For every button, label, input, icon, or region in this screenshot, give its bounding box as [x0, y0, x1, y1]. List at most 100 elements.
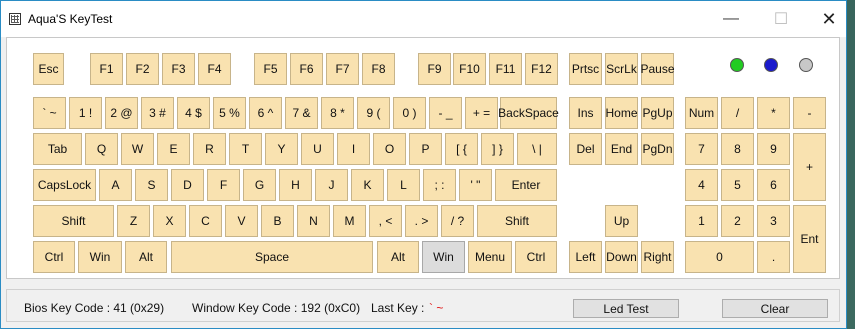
- key-symbol[interactable]: +: [793, 133, 826, 201]
- key-del[interactable]: Del: [569, 133, 602, 165]
- key-pgup[interactable]: PgUp: [641, 97, 674, 129]
- key-symbol[interactable]: [ {: [445, 133, 478, 165]
- key-2[interactable]: 2 @: [105, 97, 138, 129]
- key-num[interactable]: Num: [685, 97, 718, 129]
- key-d[interactable]: D: [171, 169, 204, 201]
- key-right[interactable]: Right: [641, 241, 674, 273]
- key-0[interactable]: 0: [685, 241, 754, 273]
- key-f6[interactable]: F6: [290, 53, 323, 85]
- key-2[interactable]: 2: [721, 205, 754, 237]
- key-g[interactable]: G: [243, 169, 276, 201]
- key-up[interactable]: Up: [605, 205, 638, 237]
- key-f1[interactable]: F1: [90, 53, 123, 85]
- key-3[interactable]: 3: [757, 205, 790, 237]
- key-1[interactable]: 1: [685, 205, 718, 237]
- key-ctrl[interactable]: Ctrl: [33, 241, 75, 273]
- key-down[interactable]: Down: [605, 241, 638, 273]
- key-symbol[interactable]: /: [721, 97, 754, 129]
- key-shift[interactable]: Shift: [33, 205, 114, 237]
- key-symbol[interactable]: ] }: [481, 133, 514, 165]
- minimize-button[interactable]: —: [708, 1, 754, 37]
- key-symbol[interactable]: .: [757, 241, 790, 273]
- key-ctrl[interactable]: Ctrl: [515, 241, 557, 273]
- clear-button[interactable]: Clear: [722, 299, 828, 318]
- key-v[interactable]: V: [225, 205, 258, 237]
- key-alt[interactable]: Alt: [377, 241, 419, 273]
- key-capslock[interactable]: CapsLock: [33, 169, 96, 201]
- key-l[interactable]: L: [387, 169, 420, 201]
- key-8[interactable]: 8 *: [321, 97, 354, 129]
- key-i[interactable]: I: [337, 133, 370, 165]
- key-m[interactable]: M: [333, 205, 366, 237]
- key-prtsc[interactable]: Prtsc: [569, 53, 602, 85]
- key-alt[interactable]: Alt: [125, 241, 167, 273]
- key-c[interactable]: C: [189, 205, 222, 237]
- key-5[interactable]: 5 %: [213, 97, 246, 129]
- close-button[interactable]: ✕: [806, 1, 852, 37]
- key-n[interactable]: N: [297, 205, 330, 237]
- key-f5[interactable]: F5: [254, 53, 287, 85]
- key-f10[interactable]: F10: [453, 53, 486, 85]
- key-symbol[interactable]: / ?: [441, 205, 474, 237]
- maximize-button[interactable]: ☐: [758, 1, 804, 37]
- key-ent[interactable]: Ent: [793, 205, 826, 273]
- key-p[interactable]: P: [409, 133, 442, 165]
- key-u[interactable]: U: [301, 133, 334, 165]
- key-f11[interactable]: F11: [489, 53, 522, 85]
- key-pgdn[interactable]: PgDn: [641, 133, 674, 165]
- key-symbol[interactable]: \ |: [517, 133, 557, 165]
- key-win[interactable]: Win: [422, 241, 465, 273]
- key-symbol[interactable]: *: [757, 97, 790, 129]
- key-enter[interactable]: Enter: [495, 169, 557, 201]
- key-f12[interactable]: F12: [525, 53, 558, 85]
- led-test-button[interactable]: Led Test: [573, 299, 679, 318]
- key-6[interactable]: 6: [757, 169, 790, 201]
- key-b[interactable]: B: [261, 205, 294, 237]
- key-pause[interactable]: Pause: [640, 53, 675, 85]
- key-r[interactable]: R: [193, 133, 226, 165]
- key-space[interactable]: Space: [171, 241, 373, 273]
- key-f7[interactable]: F7: [326, 53, 359, 85]
- key-6[interactable]: 6 ^: [249, 97, 282, 129]
- key-1[interactable]: 1 !: [69, 97, 102, 129]
- key-symbol[interactable]: -: [793, 97, 826, 129]
- key-o[interactable]: O: [373, 133, 406, 165]
- key-0[interactable]: 0 ): [393, 97, 426, 129]
- key-symbol[interactable]: . >: [405, 205, 438, 237]
- key-f3[interactable]: F3: [162, 53, 195, 85]
- key-h[interactable]: H: [279, 169, 312, 201]
- key-home[interactable]: Home: [605, 97, 638, 129]
- key-symbol[interactable]: ; :: [423, 169, 456, 201]
- key-ins[interactable]: Ins: [569, 97, 602, 129]
- key-7[interactable]: 7 &: [285, 97, 318, 129]
- key-menu[interactable]: Menu: [468, 241, 512, 273]
- key-symbol[interactable]: ' ": [459, 169, 492, 201]
- key-f2[interactable]: F2: [126, 53, 159, 85]
- key-f4[interactable]: F4: [198, 53, 231, 85]
- key-f9[interactable]: F9: [418, 53, 451, 85]
- key-a[interactable]: A: [99, 169, 132, 201]
- key-w[interactable]: W: [121, 133, 154, 165]
- key-9[interactable]: 9 (: [357, 97, 390, 129]
- key-8[interactable]: 8: [721, 133, 754, 165]
- key-left[interactable]: Left: [569, 241, 602, 273]
- key-tab[interactable]: Tab: [33, 133, 82, 165]
- key-y[interactable]: Y: [265, 133, 298, 165]
- key-x[interactable]: X: [153, 205, 186, 237]
- key-4[interactable]: 4 $: [177, 97, 210, 129]
- key-symbol[interactable]: + =: [465, 97, 498, 129]
- key-e[interactable]: E: [157, 133, 190, 165]
- key-5[interactable]: 5: [721, 169, 754, 201]
- key-symbol[interactable]: - _: [429, 97, 462, 129]
- key-win[interactable]: Win: [78, 241, 122, 273]
- key-symbol[interactable]: ` ~: [33, 97, 66, 129]
- key-backspace[interactable]: BackSpace: [498, 97, 559, 129]
- key-z[interactable]: Z: [117, 205, 150, 237]
- key-esc[interactable]: Esc: [33, 53, 64, 85]
- key-q[interactable]: Q: [85, 133, 118, 165]
- key-k[interactable]: K: [351, 169, 384, 201]
- key-s[interactable]: S: [135, 169, 168, 201]
- key-f[interactable]: F: [207, 169, 240, 201]
- key-t[interactable]: T: [229, 133, 262, 165]
- key-7[interactable]: 7: [685, 133, 718, 165]
